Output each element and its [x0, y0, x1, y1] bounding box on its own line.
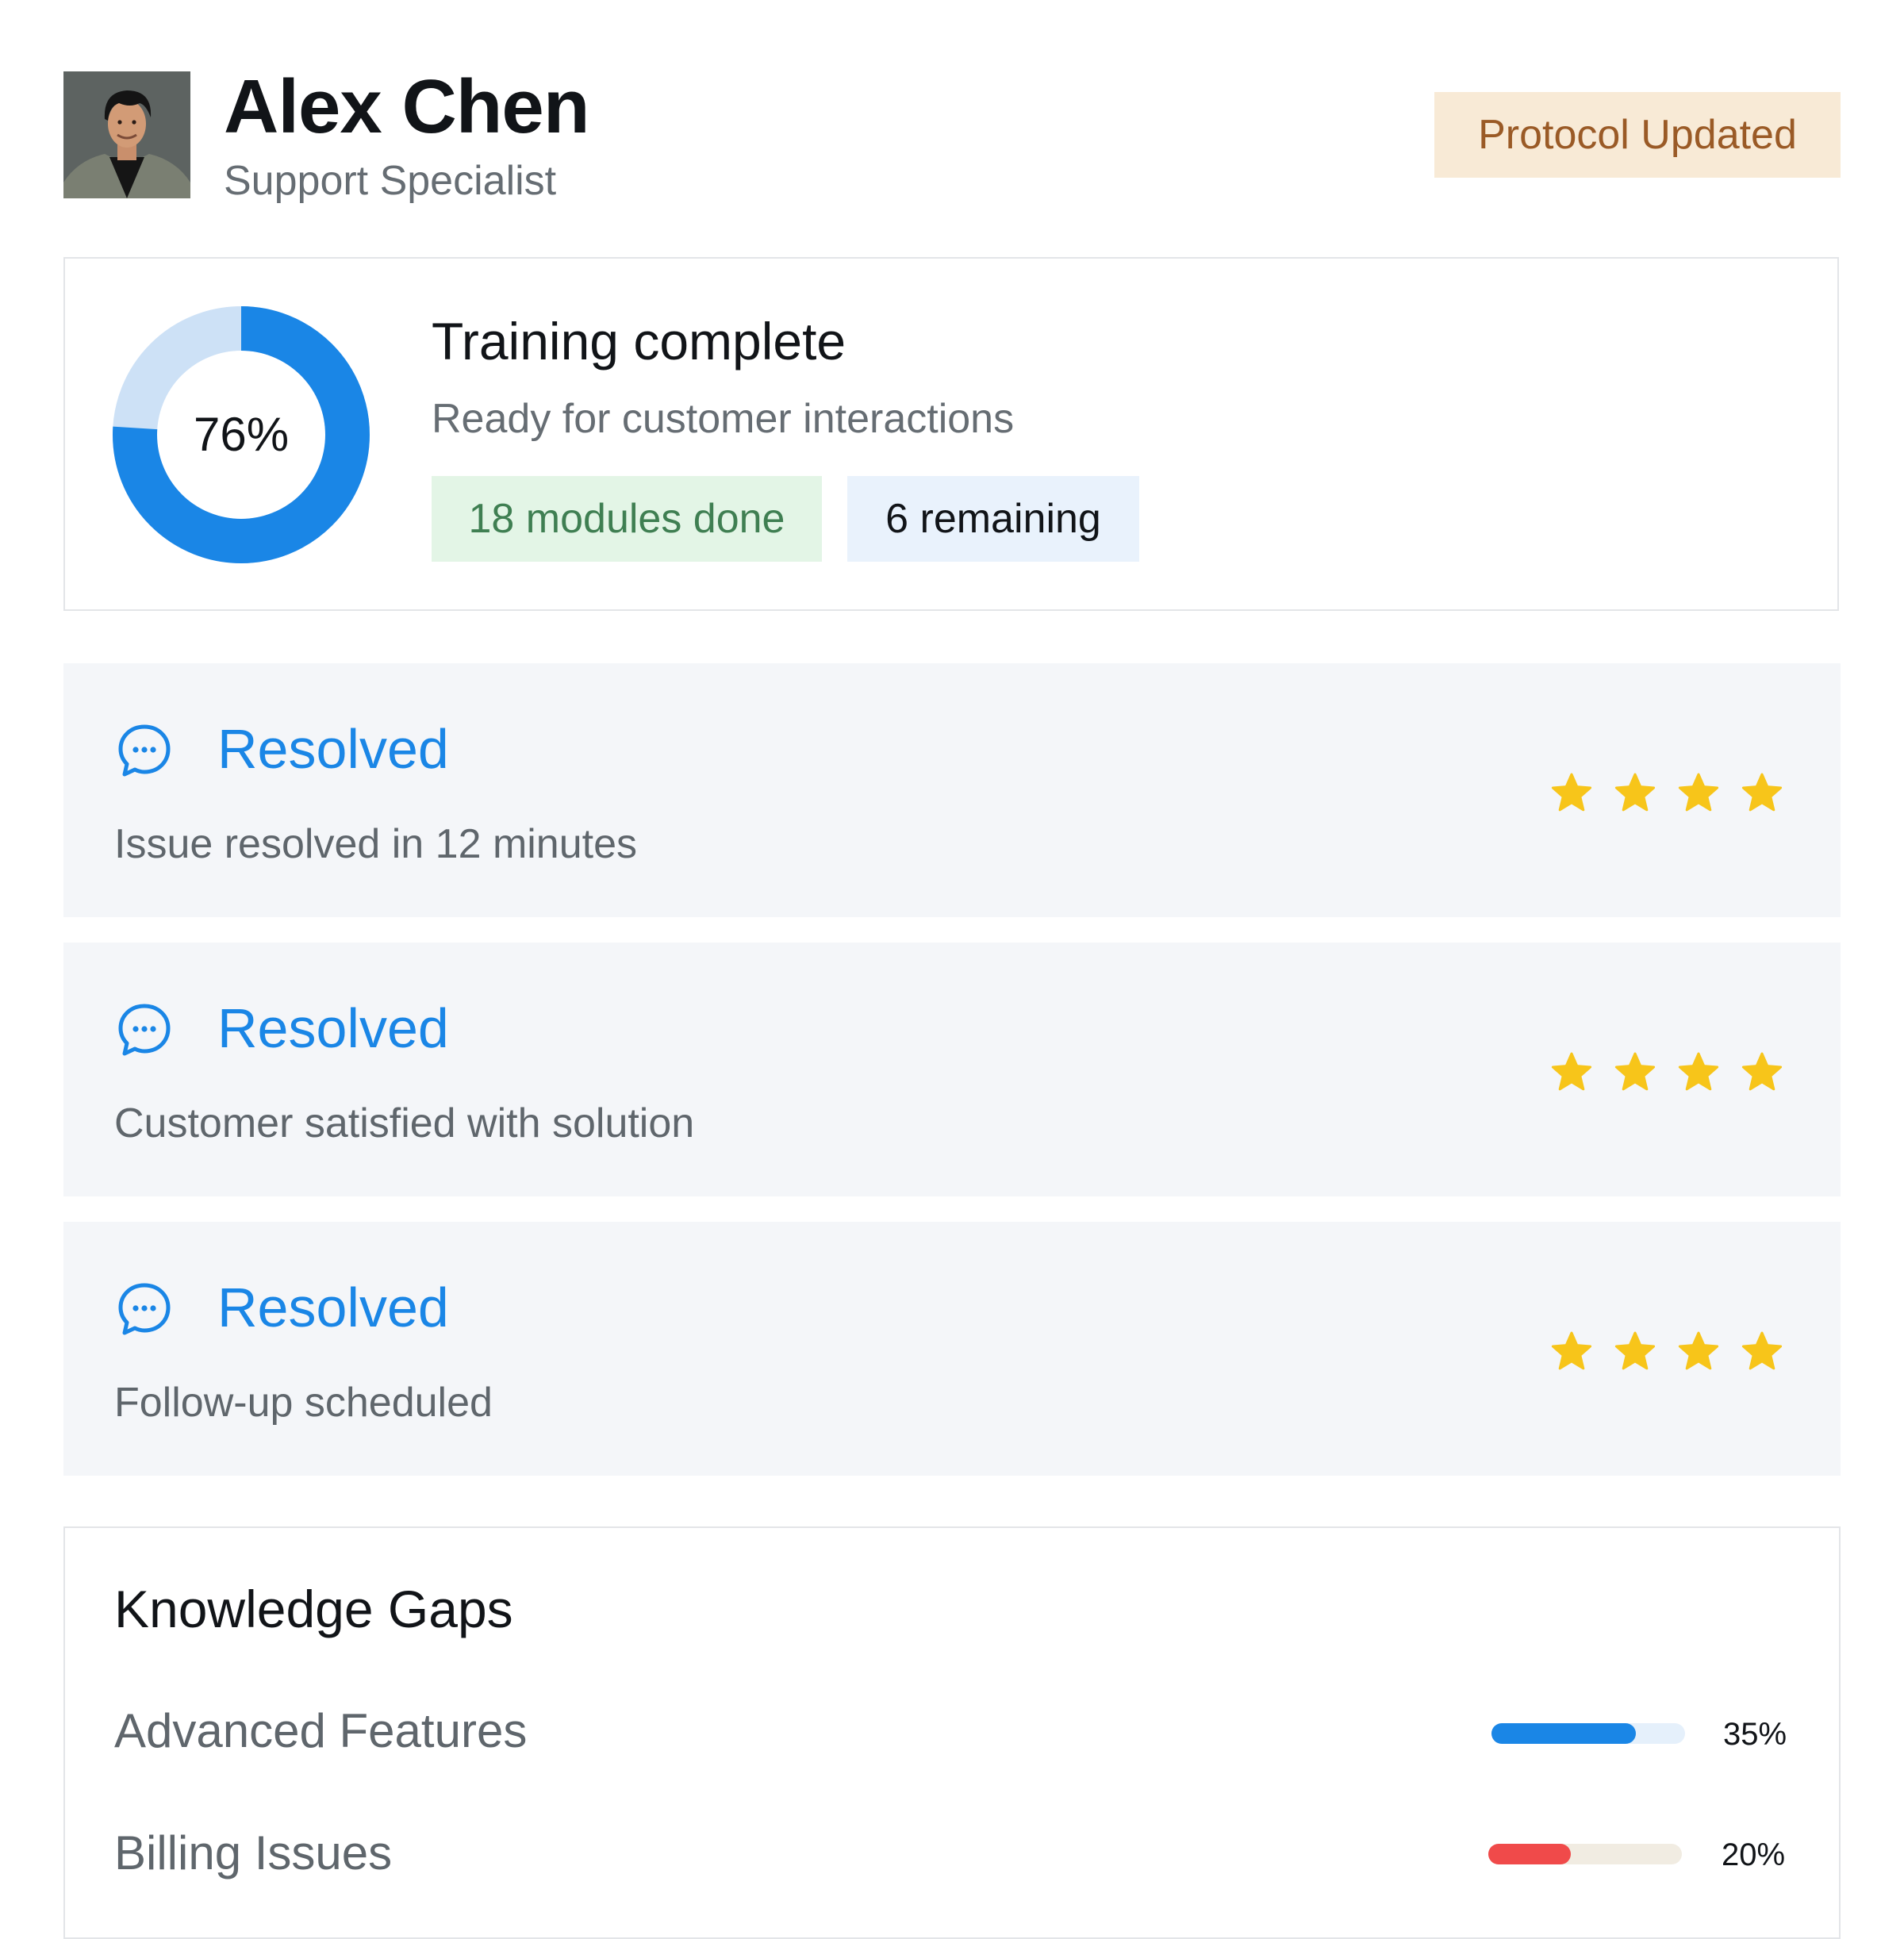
knowledge-gaps-title: Knowledge Gaps	[114, 1580, 513, 1638]
star-icon	[1678, 1052, 1719, 1091]
chat-bubble-icon	[114, 720, 175, 781]
star-icon	[1614, 1052, 1656, 1091]
interaction-description: Issue resolved in 12 minutes	[114, 821, 638, 867]
interaction-card[interactable]: Resolved Customer satisfied with solutio…	[63, 943, 1841, 1196]
star-icon	[1614, 1331, 1656, 1370]
gap-progress-track	[1488, 1844, 1682, 1864]
training-title: Training complete	[432, 312, 846, 371]
interaction-status: Resolved	[217, 997, 449, 1059]
chat-bubble-icon	[114, 1000, 175, 1060]
training-progress-value: 76%	[193, 408, 290, 461]
gap-progress-track	[1491, 1723, 1685, 1744]
interaction-description: Customer satisfied with solution	[114, 1100, 695, 1146]
star-icon	[1741, 1331, 1783, 1370]
gap-label: Advanced Features	[114, 1704, 528, 1757]
interaction-card[interactable]: Resolved Follow-up scheduled	[63, 1222, 1841, 1476]
modules-remaining-badge: 6 remaining	[847, 476, 1139, 562]
gap-value: 20%	[1722, 1837, 1786, 1872]
profile-role: Support Specialist	[224, 158, 557, 204]
protocol-status-badge: Protocol Updated	[1434, 92, 1841, 178]
star-icon	[1551, 1052, 1592, 1091]
avatar	[63, 71, 190, 198]
training-subtitle: Ready for customer interactions	[432, 396, 1015, 442]
gap-label: Billing Issues	[114, 1826, 393, 1879]
star-icon	[1551, 773, 1592, 812]
star-icon	[1614, 773, 1656, 812]
interaction-description: Follow-up scheduled	[114, 1380, 493, 1426]
interaction-status: Resolved	[217, 718, 449, 780]
modules-done-badge: 18 modules done	[432, 476, 822, 562]
avatar-portrait-icon	[63, 71, 190, 198]
star-icon	[1678, 773, 1719, 812]
star-icon	[1741, 1052, 1783, 1091]
gap-progress-fill	[1491, 1723, 1636, 1744]
star-icon	[1678, 1331, 1719, 1370]
rating-stars	[1549, 1330, 1784, 1377]
profile-name: Alex Chen	[224, 64, 589, 149]
interaction-card[interactable]: Resolved Issue resolved in 12 minutes	[63, 663, 1841, 917]
rating-stars	[1549, 1050, 1784, 1098]
star-icon	[1551, 1331, 1592, 1370]
gap-progress-fill	[1488, 1844, 1571, 1864]
interaction-status: Resolved	[217, 1277, 449, 1338]
rating-stars	[1549, 771, 1784, 819]
chat-bubble-icon	[114, 1279, 175, 1339]
gap-value: 35%	[1723, 1717, 1787, 1752]
star-icon	[1741, 773, 1783, 812]
